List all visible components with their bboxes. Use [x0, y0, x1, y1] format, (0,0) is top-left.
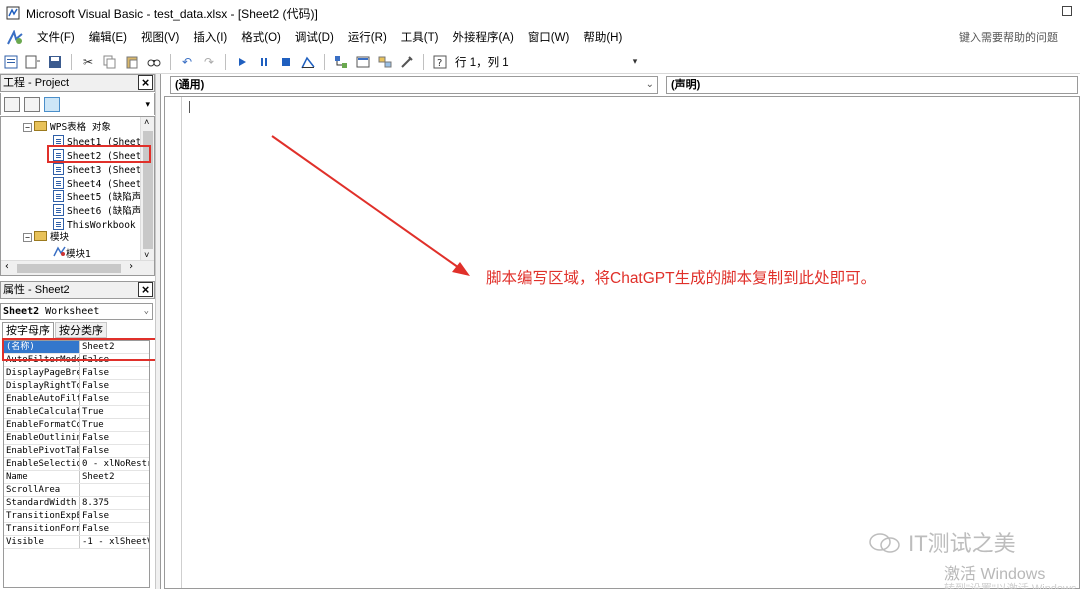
watermark-text: IT测试之美 [908, 531, 1016, 556]
wechat-icon [869, 533, 900, 553]
activate-windows-hint: 转到"设置"以激活 Windows。 [944, 583, 1080, 589]
annotation-arrow [271, 135, 470, 276]
watermark: IT测试之美 [868, 526, 1016, 558]
annotation-text: 脚本编写区域，将ChatGPT生成的脚本复制到此处即可。 [486, 270, 877, 287]
